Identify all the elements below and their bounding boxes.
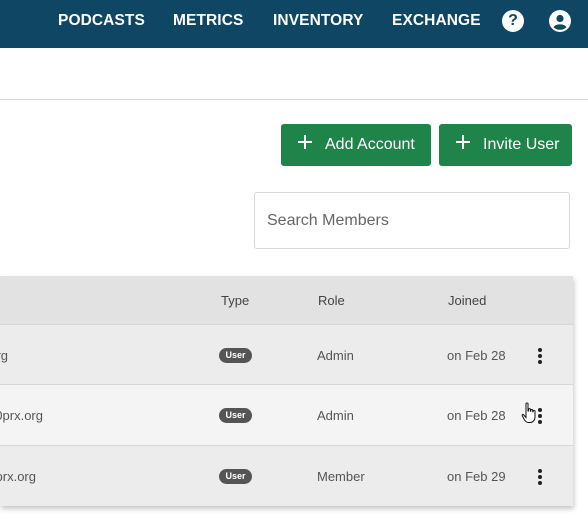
members-table: Type Role Joined rg User Admin on Feb 28… <box>0 276 573 506</box>
search-members-input[interactable] <box>254 192 570 249</box>
member-email: 0prx.org <box>0 408 43 423</box>
member-role: Admin <box>317 408 354 423</box>
member-role: Admin <box>317 348 354 363</box>
table-row[interactable]: prx.org User Member on Feb 29 <box>0 445 573 506</box>
table-row[interactable]: rg User Admin on Feb 28 <box>0 324 573 385</box>
top-navigation-bar: PODCASTS METRICS INVENTORY EXCHANGE ? <box>0 0 588 48</box>
member-role: Member <box>317 469 365 484</box>
table-row[interactable]: 0prx.org User Admin on Feb 28 <box>0 384 573 445</box>
column-header-role[interactable]: Role <box>318 293 345 308</box>
invite-user-label: Invite User <box>483 136 560 153</box>
table-header: Type Role Joined <box>0 276 573 324</box>
more-vertical-icon[interactable] <box>532 466 548 486</box>
nav-link-podcasts[interactable]: PODCASTS <box>58 12 145 30</box>
invite-user-button[interactable]: Invite User <box>439 124 572 166</box>
plus-icon <box>455 134 471 150</box>
add-account-button[interactable]: Add Account <box>281 124 431 166</box>
member-joined: on Feb 29 <box>447 469 506 484</box>
type-badge: User <box>219 469 252 484</box>
nav-link-inventory[interactable]: INVENTORY <box>273 12 363 30</box>
type-badge: User <box>219 408 252 423</box>
plus-icon <box>297 134 313 150</box>
member-joined: on Feb 28 <box>447 348 506 363</box>
hand-pointer-cursor-icon <box>521 402 536 423</box>
help-icon[interactable]: ? <box>502 10 524 32</box>
member-email: prx.org <box>0 469 36 484</box>
nav-link-exchange[interactable]: EXCHANGE <box>392 12 481 30</box>
page-subheader <box>0 48 588 100</box>
column-header-joined[interactable]: Joined <box>448 293 486 308</box>
member-email: rg <box>0 348 8 363</box>
add-account-label: Add Account <box>325 136 415 153</box>
type-badge: User <box>219 348 252 363</box>
member-joined: on Feb 28 <box>447 408 506 423</box>
account-icon[interactable] <box>549 10 571 32</box>
column-header-type[interactable]: Type <box>221 293 249 308</box>
nav-link-metrics[interactable]: METRICS <box>173 12 243 30</box>
more-vertical-icon[interactable] <box>532 345 548 365</box>
